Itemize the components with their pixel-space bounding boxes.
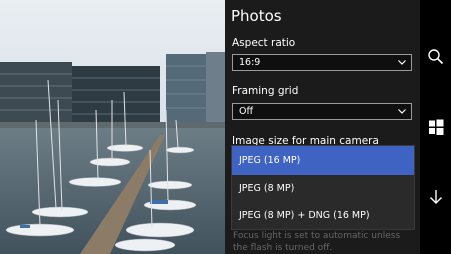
camera-viewfinder[interactable] (0, 0, 225, 254)
chevron-down-icon (398, 109, 406, 114)
image-size-option-jpeg-16mp[interactable]: JPEG (16 MP) (232, 146, 414, 175)
aspect-ratio-label: Aspect ratio (232, 37, 296, 49)
framing-grid-select[interactable]: Off (232, 103, 412, 120)
panel-title: Photos (231, 7, 282, 25)
framing-grid-label: Framing grid (232, 85, 299, 97)
image-size-option-jpeg-dng[interactable]: JPEG (8 MP) + DNG (16 MP) (232, 202, 414, 229)
windows-icon[interactable] (427, 118, 445, 136)
framing-grid-value: Off (239, 106, 254, 117)
image-size-dropdown[interactable]: JPEG (16 MP) JPEG (8 MP) JPEG (8 MP) + D… (231, 145, 415, 230)
aspect-ratio-value: 16:9 (239, 57, 261, 68)
chevron-down-icon (398, 60, 406, 65)
aspect-ratio-select[interactable]: 16:9 (232, 54, 412, 71)
back-arrow-icon[interactable] (427, 188, 445, 206)
focus-light-note: Focus light is set to automatic unless t… (233, 231, 401, 253)
harbor-scene-image (0, 0, 225, 254)
search-icon[interactable] (427, 48, 445, 66)
image-size-option-jpeg-8mp[interactable]: JPEG (8 MP) (232, 175, 414, 202)
app-bar (420, 0, 451, 254)
